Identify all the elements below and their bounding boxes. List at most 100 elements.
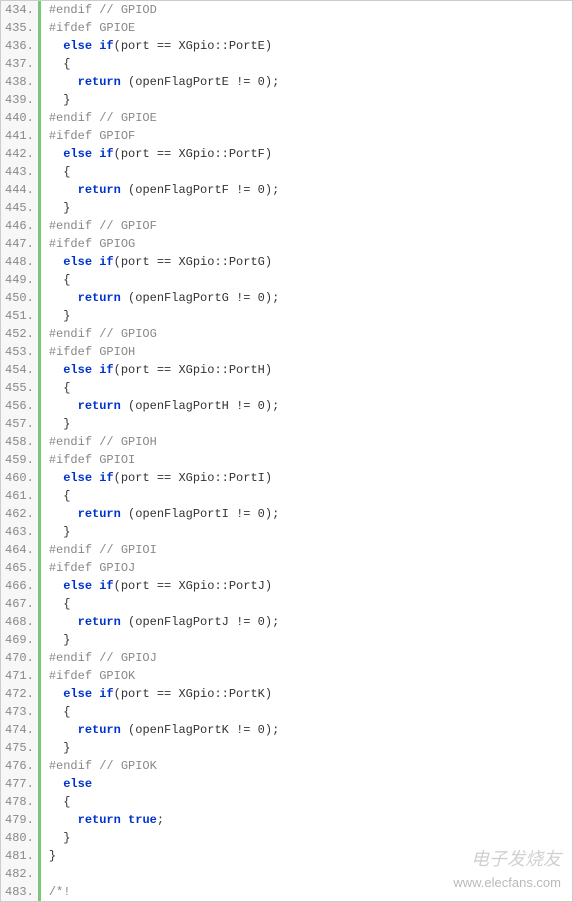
- code-token: [49, 363, 63, 377]
- code-token: return: [78, 723, 121, 737]
- line-number: 475.: [5, 739, 34, 757]
- code-token: }: [49, 633, 71, 647]
- code-token: [49, 723, 78, 737]
- line-number: 457.: [5, 415, 34, 433]
- line-number: 465.: [5, 559, 34, 577]
- code-line: else if(port == XGpio::PortK): [49, 685, 564, 703]
- line-number: 464.: [5, 541, 34, 559]
- code-token: else: [63, 147, 92, 161]
- code-line: }: [49, 415, 564, 433]
- line-number: 439.: [5, 91, 34, 109]
- code-line: #ifdef GPIOK: [49, 667, 564, 685]
- code-token: return: [78, 399, 121, 413]
- code-token: [121, 813, 128, 827]
- line-number: 473.: [5, 703, 34, 721]
- code-token: #endif // GPIOI: [49, 543, 157, 557]
- code-line: #endif // GPIOF: [49, 217, 564, 235]
- line-number: 472.: [5, 685, 34, 703]
- code-line: {: [49, 379, 564, 397]
- code-token: [49, 777, 63, 791]
- code-token: [49, 615, 78, 629]
- code-line: return (openFlagPortG != 0);: [49, 289, 564, 307]
- code-line: #endif // GPIOG: [49, 325, 564, 343]
- code-token: (openFlagPortJ != 0);: [121, 615, 279, 629]
- code-token: (openFlagPortF != 0);: [121, 183, 279, 197]
- line-number: 453.: [5, 343, 34, 361]
- code-token: }: [49, 849, 56, 863]
- code-token: }: [49, 201, 71, 215]
- code-token: #endif // GPIOG: [49, 327, 157, 341]
- line-number: 449.: [5, 271, 34, 289]
- code-line: }: [49, 739, 564, 757]
- watermark: 电子发烧友 www.elecfans.com: [453, 846, 561, 893]
- code-token: #ifdef GPIOG: [49, 237, 135, 251]
- code-line: }: [49, 631, 564, 649]
- code-line: return (openFlagPortF != 0);: [49, 181, 564, 199]
- code-line: #ifdef GPIOE: [49, 19, 564, 37]
- line-number: 448.: [5, 253, 34, 271]
- line-number: 442.: [5, 145, 34, 163]
- code-line: #ifdef GPIOI: [49, 451, 564, 469]
- code-line: }: [49, 829, 564, 847]
- code-token: [49, 579, 63, 593]
- code-token: #endif // GPIOF: [49, 219, 157, 233]
- code-token: else: [63, 255, 92, 269]
- line-number: 466.: [5, 577, 34, 595]
- line-number: 481.: [5, 847, 34, 865]
- code-token: }: [49, 741, 71, 755]
- code-line: return (openFlagPortI != 0);: [49, 505, 564, 523]
- code-line: else if(port == XGpio::PortH): [49, 361, 564, 379]
- code-line: #ifdef GPIOF: [49, 127, 564, 145]
- code-token: #ifdef GPIOI: [49, 453, 135, 467]
- code-token: (port == XGpio::PortK): [114, 687, 272, 701]
- code-line: {: [49, 595, 564, 613]
- line-number: 476.: [5, 757, 34, 775]
- line-number: 469.: [5, 631, 34, 649]
- code-token: }: [49, 93, 71, 107]
- line-number: 434.: [5, 1, 34, 19]
- line-number: 436.: [5, 37, 34, 55]
- code-token: }: [49, 831, 71, 845]
- code-line: }: [49, 91, 564, 109]
- code-token: else: [63, 777, 92, 791]
- code-token: return: [78, 75, 121, 89]
- code-token: [49, 75, 78, 89]
- code-line: {: [49, 487, 564, 505]
- code-token: else: [63, 579, 92, 593]
- code-line: #endif // GPIOJ: [49, 649, 564, 667]
- code-line: {: [49, 271, 564, 289]
- code-token: [49, 507, 78, 521]
- code-token: (openFlagPortK != 0);: [121, 723, 279, 737]
- code-token: [49, 39, 63, 53]
- code-token: (port == XGpio::PortE): [114, 39, 272, 53]
- line-number: 479.: [5, 811, 34, 829]
- code-token: }: [49, 525, 71, 539]
- code-token: [49, 687, 63, 701]
- code-token: (port == XGpio::PortH): [114, 363, 272, 377]
- code-token: (port == XGpio::PortG): [114, 255, 272, 269]
- line-number: 470.: [5, 649, 34, 667]
- code-line: {: [49, 703, 564, 721]
- code-token: if: [99, 579, 113, 593]
- code-block: 434.435.436.437.438.439.440.441.442.443.…: [0, 0, 573, 902]
- line-number: 468.: [5, 613, 34, 631]
- code-token: return: [78, 291, 121, 305]
- line-number: 455.: [5, 379, 34, 397]
- line-number: 462.: [5, 505, 34, 523]
- code-token: else: [63, 363, 92, 377]
- code-token: #endif // GPIOH: [49, 435, 157, 449]
- code-line: #endif // GPIOE: [49, 109, 564, 127]
- watermark-brand: 电子发烧友: [471, 849, 561, 869]
- line-number: 454.: [5, 361, 34, 379]
- line-number: 435.: [5, 19, 34, 37]
- code-token: return: [78, 507, 121, 521]
- code-line: else if(port == XGpio::PortE): [49, 37, 564, 55]
- code-token: (port == XGpio::PortI): [114, 471, 272, 485]
- code-token: if: [99, 147, 113, 161]
- code-token: if: [99, 363, 113, 377]
- line-number: 478.: [5, 793, 34, 811]
- line-number: 445.: [5, 199, 34, 217]
- line-number: 438.: [5, 73, 34, 91]
- line-number: 458.: [5, 433, 34, 451]
- code-token: [49, 255, 63, 269]
